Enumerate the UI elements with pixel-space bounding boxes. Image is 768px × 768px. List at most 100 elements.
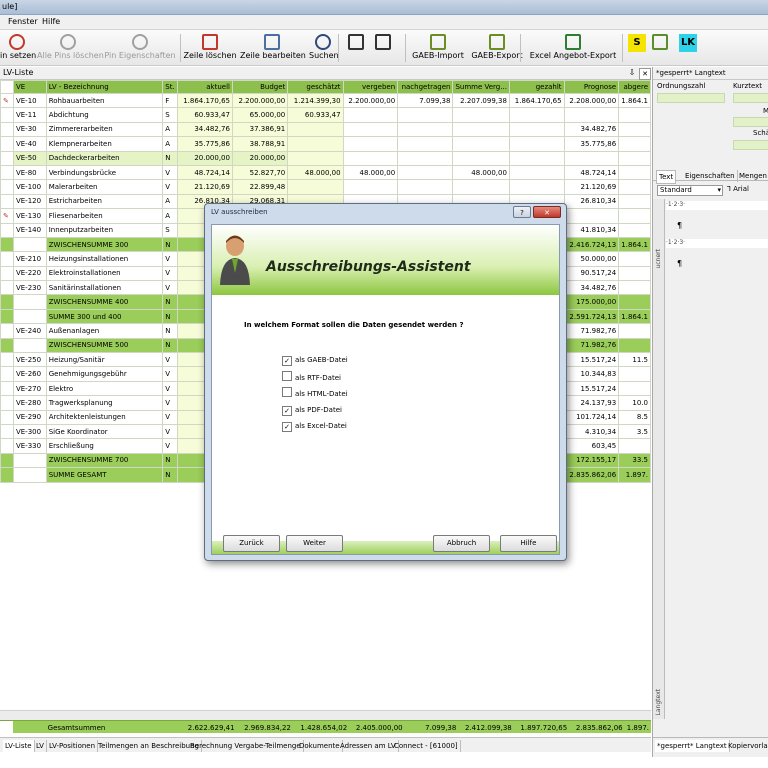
m-field[interactable]	[733, 117, 768, 127]
column-header[interactable]: Summe Verg...	[452, 80, 510, 94]
toolbar-button-8[interactable]: GAEB-Import	[412, 32, 464, 64]
toolbar-button-3[interactable]: Zeile löschen	[182, 32, 238, 64]
table-cell: A	[162, 193, 178, 210]
table-row[interactable]: VE-30 Zimmererarbeiten A 34.482,76 37.386,91…	[0, 121, 651, 138]
table-cell: VE-270	[12, 380, 47, 397]
toolbar-button-6[interactable]	[345, 32, 367, 64]
table-cell: VE-130	[12, 208, 47, 224]
table-cell: Verbindungsbrücke	[45, 164, 164, 181]
bottom-tab[interactable]: LV-Liste	[3, 740, 35, 752]
bottom-tab[interactable]: Teilmengen an Beschreibung	[96, 740, 202, 752]
column-header[interactable]: Budget	[231, 80, 289, 94]
bottom-tab[interactable]: Connect - [61000]	[392, 740, 461, 752]
table-cell: 90.517,24	[563, 265, 620, 282]
bottom-tab[interactable]: Berechnung Vergabe-Teilmenge	[188, 740, 304, 752]
toolbar-button-10[interactable]: Excel Angebot-Export	[527, 32, 619, 64]
checkbox-checked[interactable]: ✓	[282, 356, 292, 366]
table-cell: VE-140	[12, 222, 47, 238]
table-cell	[618, 294, 651, 310]
column-header[interactable]: vergeben	[342, 80, 399, 94]
table-row[interactable]: VE-100 Malerarbeiten V 21.120,69 22.899,48 21…	[0, 179, 651, 195]
column-header[interactable]: LV - Bezeichnung	[45, 80, 164, 94]
bottom-tab[interactable]: Adressen am LV	[338, 740, 399, 752]
bottom-tab[interactable]: LV	[34, 740, 47, 752]
font-select[interactable]: Ꞁ Arial	[727, 185, 749, 193]
table-cell	[452, 136, 510, 152]
tab-kopiervorlage[interactable]: Kopiervorlag	[726, 740, 768, 752]
toolbar-label: Zeile löschen	[183, 51, 237, 60]
tab-gesperrt-langtext[interactable]: *gesperrt* Langtext	[655, 740, 730, 752]
column-header[interactable]: St.	[162, 80, 178, 94]
format-option[interactable]: ✓ als GAEB-Datei	[282, 354, 348, 366]
table-cell: VE-10	[12, 92, 47, 109]
total-budget: 2.969.834,22	[244, 723, 291, 732]
table-cell	[397, 121, 454, 138]
column-header[interactable]: gezahlt	[508, 80, 565, 94]
totals-row: Gesamtsummen 2.622.629,41 2.969.834,22 1…	[0, 720, 651, 735]
kurztext-field[interactable]	[733, 93, 768, 103]
toolbar-button-7[interactable]	[372, 32, 394, 64]
table-row[interactable]: ✎ VE-10 Rohbauarbeiten F 1.864.170,65 2.200.0…	[0, 92, 651, 109]
menu-hilfe[interactable]: Hilfe	[42, 17, 60, 26]
table-row[interactable]: VE-50 Dachdeckerarbeiten N 20.000,00 20.000,…	[0, 150, 651, 166]
kurztext-label: Kurztext	[733, 82, 763, 90]
checkbox-unchecked[interactable]	[282, 387, 292, 397]
langtext-bottom-tabs: *gesperrt* Langtext Kopiervorlag	[653, 737, 768, 752]
help-button[interactable]: Hilfe	[500, 535, 557, 552]
toolbar-button-13[interactable]: LK	[677, 32, 699, 64]
tab-text[interactable]: Text	[656, 170, 677, 184]
cancel-button[interactable]: Abbruch	[433, 535, 490, 552]
format-option[interactable]: ✓ als Excel-Datei	[282, 420, 347, 432]
pin-icon[interactable]: ⇩	[627, 68, 637, 78]
close-icon[interactable]: ✕	[639, 68, 651, 80]
table-row[interactable]: VE-80 Verbindungsbrücke V 48.724,14 52.827,7…	[0, 164, 651, 181]
back-button[interactable]: Zurück	[223, 535, 280, 552]
toolbar-button-2[interactable]: Pin Eigenschaften	[103, 32, 177, 64]
table-cell: V	[162, 366, 178, 382]
langtext-panel: *gesperrt* Langtext Ordnungszahl Kurztex…	[652, 67, 768, 757]
toolbar-button-0[interactable]: in setzen	[0, 32, 36, 64]
table-row[interactable]: VE-11 Abdichtung S 60.933,47 65.000,00 60.933…	[0, 107, 651, 123]
toolbar-button-4[interactable]: Zeile bearbeiten	[240, 32, 306, 64]
format-option[interactable]: ✓ als PDF-Datei	[282, 404, 342, 416]
checkbox-checked[interactable]: ✓	[282, 405, 292, 416]
table-cell: A	[162, 208, 178, 224]
column-header[interactable]: geschätzt	[287, 80, 344, 94]
menu-fenster[interactable]: Fenster	[8, 17, 38, 26]
close-icon[interactable]: ✕	[533, 206, 561, 218]
column-header[interactable]: VE	[12, 80, 47, 94]
style-select[interactable]: Standard ▾	[657, 185, 723, 196]
table-row[interactable]: VE-40 Klempnerarbeiten A 35.775,86 38.788,91…	[0, 136, 651, 152]
toolbar-button-9[interactable]: GAEB-Export	[471, 32, 523, 64]
toolbar-button-11[interactable]: S	[627, 32, 647, 64]
table-cell: 1.864.170,65	[176, 92, 233, 109]
toolbar-button-5[interactable]: Suchen	[309, 32, 339, 64]
horizontal-scrollbar[interactable]	[0, 710, 651, 720]
table-cell	[508, 136, 565, 152]
pin-icon	[132, 34, 148, 50]
table-cell: 48.000,00	[342, 164, 399, 181]
format-option[interactable]: als RTF-Datei	[282, 370, 341, 383]
schaetz-field[interactable]	[733, 140, 768, 150]
tab-eigenschaften[interactable]: Eigenschaften	[683, 170, 738, 182]
bottom-tab[interactable]: LV-Positionen	[47, 740, 99, 752]
column-header[interactable]: abgere	[618, 80, 651, 94]
next-button[interactable]: Weiter	[286, 535, 343, 552]
format-option[interactable]: als HTML-Datei	[282, 387, 348, 399]
checkbox-checked[interactable]: ✓	[282, 422, 292, 432]
toolbar-button-12[interactable]	[650, 32, 670, 64]
column-header[interactable]: aktuell	[176, 80, 233, 94]
bottom-tab[interactable]: Dokumente	[297, 740, 343, 752]
column-header[interactable]: Prognose	[563, 80, 620, 94]
row-marker	[0, 121, 14, 138]
help-icon[interactable]: ?	[513, 206, 531, 218]
table-cell: V	[162, 395, 178, 411]
table-cell: 50.000,00	[563, 251, 620, 267]
table-cell	[618, 107, 651, 123]
tab-mengen[interactable]: Mengen e	[737, 170, 768, 182]
column-header[interactable]: nachgetragen	[397, 80, 454, 94]
checkbox-unchecked[interactable]	[282, 370, 292, 381]
row-marker	[0, 438, 14, 454]
ordnungszahl-field[interactable]	[657, 93, 725, 103]
toolbar-button-1[interactable]: Alle Pins löschen	[37, 32, 104, 64]
